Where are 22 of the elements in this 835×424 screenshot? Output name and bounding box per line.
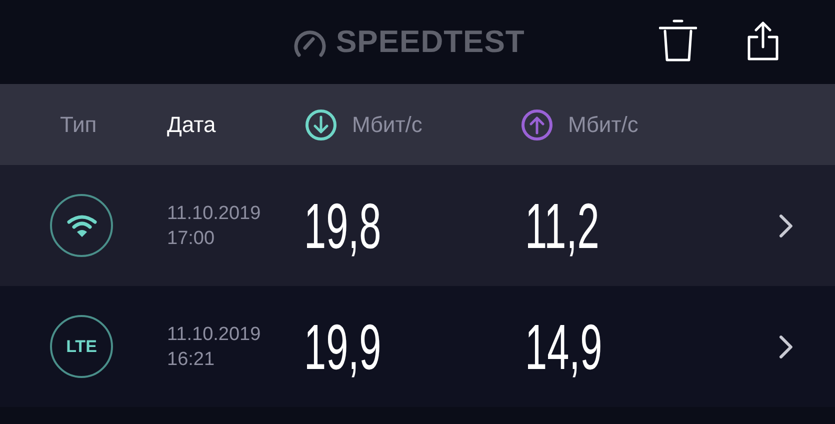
upload-speed: 11,2 bbox=[524, 188, 599, 262]
column-header[interactable]: Тип bbox=[60, 112, 167, 138]
download-icon bbox=[305, 108, 337, 140]
upload-speed: 14,9 bbox=[524, 310, 602, 384]
chevron-icon[interactable] bbox=[779, 214, 794, 238]
lte-badge: LTE bbox=[50, 315, 113, 378]
download-speed: 19,9 bbox=[304, 310, 382, 384]
wifi-icon bbox=[66, 214, 98, 238]
result-row[interactable]: LTE 11.10.2019 16:21 19,9 14,9 bbox=[0, 286, 835, 407]
app-logo: SPEEDTEST bbox=[336, 24, 525, 60]
test-date: 11.10.2019 bbox=[167, 322, 262, 346]
column-header[interactable]: Дата bbox=[167, 112, 305, 138]
chevron-icon[interactable] bbox=[779, 334, 794, 358]
test-time: 17:00 bbox=[167, 226, 216, 250]
test-time: 16:21 bbox=[167, 348, 216, 372]
share-button[interactable] bbox=[747, 20, 779, 64]
result-row[interactable]: 11.10.2019 17:00 19,8 11,2 bbox=[0, 165, 835, 286]
download-speed: 19,8 bbox=[304, 188, 382, 262]
upload-icon bbox=[521, 108, 553, 140]
test-date: 11.10.2019 bbox=[167, 202, 262, 226]
column-header[interactable]: Мбит/с bbox=[305, 108, 521, 140]
column-header[interactable]: Мбит/с bbox=[521, 108, 638, 140]
